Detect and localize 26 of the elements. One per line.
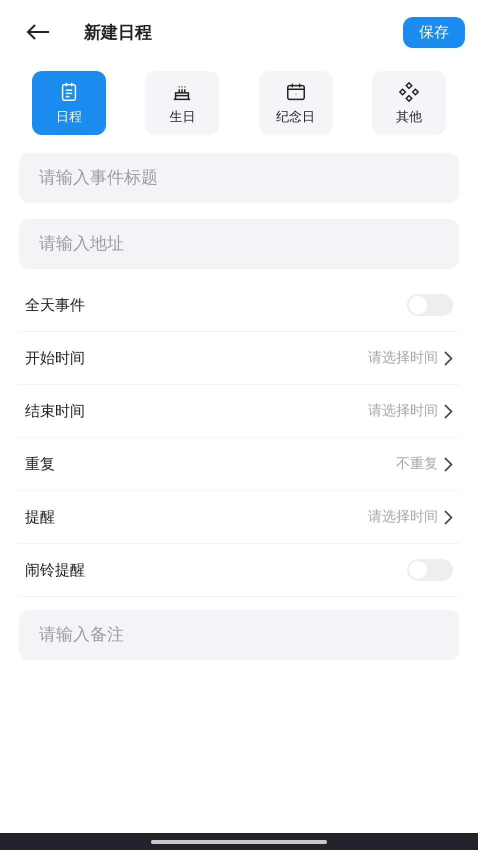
row-value[interactable]: 请选择时间: [368, 349, 438, 367]
chevron-right-icon: [444, 456, 453, 472]
address-field[interactable]: 请输入地址: [19, 219, 459, 269]
row-label: 闹铃提醒: [25, 560, 86, 580]
save-button[interactable]: 保存: [403, 16, 465, 48]
home-indicator[interactable]: [151, 840, 327, 844]
row-label: 结束时间: [25, 402, 86, 420]
title-field[interactable]: 请输入事件标题: [19, 153, 459, 203]
type-tab[interactable]: 其他: [372, 71, 446, 135]
chevron-right-icon: [444, 350, 453, 366]
row-label: 重复: [25, 454, 56, 474]
chevron-right-icon: [444, 510, 453, 524]
row-label: 提醒: [25, 508, 56, 526]
chevron-right-icon: [444, 404, 453, 418]
type-tab[interactable]: 纪念日: [258, 71, 333, 135]
notes-field[interactable]: 请输入备注: [19, 610, 459, 660]
diamonds-icon: [398, 80, 420, 102]
row-label: 全天事件: [25, 296, 86, 314]
type-tab[interactable]: 日程: [32, 71, 106, 135]
page-title: 新建日程: [84, 22, 153, 44]
row-value[interactable]: 请选择时间: [368, 402, 438, 420]
row-value[interactable]: 不重复: [396, 455, 438, 473]
row-label: 开始时间: [25, 348, 86, 368]
row-value[interactable]: 请选择时间: [368, 508, 438, 526]
back-arrow-icon[interactable]: [26, 24, 50, 40]
type-tab[interactable]: 生日: [145, 71, 220, 135]
